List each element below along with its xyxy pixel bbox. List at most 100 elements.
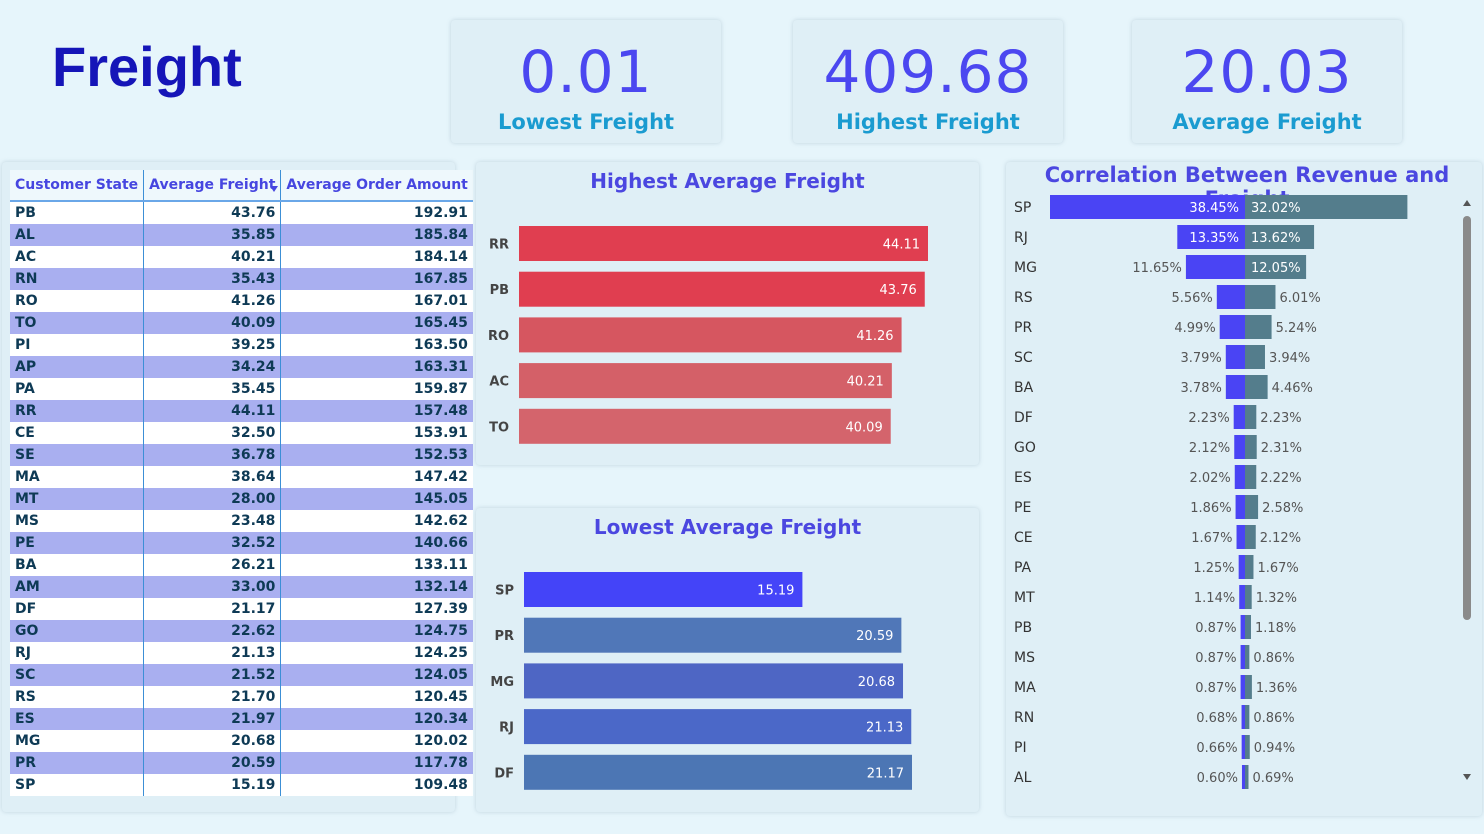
- table-row[interactable]: PA 35.45 159.87: [10, 378, 473, 400]
- freight-bar[interactable]: [1245, 675, 1252, 699]
- cell-average-freight: 22.62: [143, 620, 282, 642]
- table-row[interactable]: AL 35.85 185.84: [10, 224, 473, 246]
- revenue-bar[interactable]: [1240, 645, 1245, 669]
- bar[interactable]: [519, 317, 902, 353]
- table-row[interactable]: RN 35.43 167.85: [10, 268, 473, 290]
- table-row[interactable]: AC 40.21 184.14: [10, 246, 473, 268]
- revenue-value-label: 1.86%: [1190, 501, 1231, 516]
- sort-descending-icon[interactable]: [270, 186, 278, 192]
- bar[interactable]: [524, 754, 912, 790]
- scroll-down-icon[interactable]: [1463, 774, 1471, 780]
- table-row[interactable]: PE 32.52 140.66: [10, 532, 473, 554]
- table-row[interactable]: ES 21.97 120.34: [10, 708, 473, 730]
- table-row[interactable]: MT 28.00 145.05: [10, 488, 473, 510]
- cell-state: ES: [10, 708, 145, 730]
- freight-bar[interactable]: [1245, 435, 1257, 459]
- revenue-bar[interactable]: [1225, 375, 1245, 399]
- table-row[interactable]: BA 26.21 133.11: [10, 554, 473, 576]
- kpi-card-highest-freight[interactable]: 409.68 Highest Freight: [793, 20, 1063, 143]
- revenue-bar[interactable]: [1225, 345, 1245, 369]
- freight-bar[interactable]: [1245, 735, 1250, 759]
- table-row[interactable]: MA 38.64 147.42: [10, 466, 473, 488]
- freight-bar[interactable]: [1245, 705, 1250, 729]
- freight-bar[interactable]: [1245, 375, 1268, 399]
- table-row[interactable]: RO 41.26 167.01: [10, 290, 473, 312]
- category-label: RN: [1014, 710, 1034, 726]
- freight-bar[interactable]: [1245, 495, 1259, 519]
- table-row[interactable]: SC 21.52 124.05: [10, 664, 473, 686]
- revenue-bar[interactable]: [1239, 585, 1245, 609]
- revenue-bar[interactable]: [1234, 435, 1245, 459]
- bar[interactable]: [524, 663, 904, 699]
- category-label: DF: [1014, 410, 1033, 426]
- revenue-bar[interactable]: [1216, 285, 1245, 309]
- cell-average-freight: 40.21: [143, 246, 282, 268]
- cell-average-order-amount: 153.91: [280, 422, 473, 444]
- table-row[interactable]: MG 20.68 120.02: [10, 730, 473, 752]
- table-row[interactable]: AP 34.24 163.31: [10, 356, 473, 378]
- cell-average-order-amount: 109.48: [280, 774, 473, 796]
- table-row[interactable]: SP 15.19 109.48: [10, 774, 473, 796]
- freight-bar[interactable]: [1245, 405, 1257, 429]
- revenue-bar[interactable]: [1234, 465, 1245, 489]
- table-row[interactable]: PB 43.76 192.91: [10, 201, 473, 224]
- state-freight-table[interactable]: Customer State Average Freight Average O…: [10, 170, 473, 796]
- column-header-customer-state[interactable]: Customer State: [10, 170, 145, 202]
- bar[interactable]: [519, 226, 928, 261]
- table-row[interactable]: AM 33.00 132.14: [10, 576, 473, 598]
- revenue-bar[interactable]: [1236, 525, 1245, 549]
- freight-bar[interactable]: [1245, 465, 1257, 489]
- revenue-bar[interactable]: [1219, 315, 1245, 339]
- cell-average-order-amount: 147.42: [280, 466, 473, 488]
- cell-average-freight: 40.09: [143, 312, 282, 334]
- bar[interactable]: [524, 617, 902, 653]
- kpi-card-average-freight[interactable]: 20.03 Average Freight: [1132, 20, 1402, 143]
- revenue-bar[interactable]: [1240, 615, 1245, 639]
- freight-bar[interactable]: [1245, 585, 1252, 609]
- scroll-up-icon[interactable]: [1463, 200, 1471, 206]
- table-row[interactable]: RR 44.11 157.48: [10, 400, 473, 422]
- revenue-value-label: 4.99%: [1174, 321, 1215, 336]
- table-row[interactable]: GO 22.62 124.75: [10, 620, 473, 642]
- revenue-bar[interactable]: [1233, 405, 1245, 429]
- freight-value-label: 0.69%: [1252, 771, 1293, 786]
- kpi-card-lowest-freight[interactable]: 0.01 Lowest Freight: [451, 20, 721, 143]
- freight-bar[interactable]: [1245, 285, 1276, 309]
- bar[interactable]: [519, 271, 925, 307]
- revenue-bar[interactable]: [1241, 735, 1245, 759]
- table-row[interactable]: PI 39.25 163.50: [10, 334, 473, 356]
- freight-bar[interactable]: [1245, 315, 1272, 339]
- table-row[interactable]: PR 20.59 117.78: [10, 752, 473, 774]
- freight-bar[interactable]: [1245, 345, 1265, 369]
- table-row[interactable]: RJ 21.13 124.25: [10, 642, 473, 664]
- cell-average-freight: 41.26: [143, 290, 282, 312]
- revenue-bar[interactable]: [1235, 495, 1245, 519]
- freight-bar[interactable]: [1245, 615, 1251, 639]
- revenue-bar[interactable]: [1240, 675, 1245, 699]
- freight-bar[interactable]: [1245, 765, 1249, 789]
- bar-value-label: 40.09: [846, 420, 883, 435]
- table-row[interactable]: TO 40.09 165.45: [10, 312, 473, 334]
- revenue-bar[interactable]: [1185, 255, 1245, 279]
- cell-average-freight: 23.48: [143, 510, 282, 532]
- vertical-scrollbar[interactable]: [1460, 196, 1474, 790]
- scrollbar-thumb[interactable]: [1463, 216, 1471, 620]
- revenue-bar[interactable]: [1241, 765, 1245, 789]
- bar[interactable]: [524, 709, 912, 745]
- revenue-bar[interactable]: [1238, 555, 1245, 579]
- column-header-average-freight[interactable]: Average Freight: [143, 170, 282, 202]
- freight-bar[interactable]: [1245, 645, 1250, 669]
- category-label: RO: [488, 329, 509, 344]
- freight-bar[interactable]: [1245, 525, 1256, 549]
- column-header-average-order-amount[interactable]: Average Order Amount: [280, 170, 473, 202]
- bar[interactable]: [519, 363, 892, 399]
- table-row[interactable]: SE 36.78 152.53: [10, 444, 473, 466]
- table-row[interactable]: RS 21.70 120.45: [10, 686, 473, 708]
- cell-average-freight: 34.24: [143, 356, 282, 378]
- bar[interactable]: [519, 408, 891, 444]
- freight-bar[interactable]: [1245, 555, 1254, 579]
- revenue-bar[interactable]: [1241, 705, 1245, 729]
- table-row[interactable]: DF 21.17 127.39: [10, 598, 473, 620]
- table-row[interactable]: MS 23.48 142.62: [10, 510, 473, 532]
- table-row[interactable]: CE 32.50 153.91: [10, 422, 473, 444]
